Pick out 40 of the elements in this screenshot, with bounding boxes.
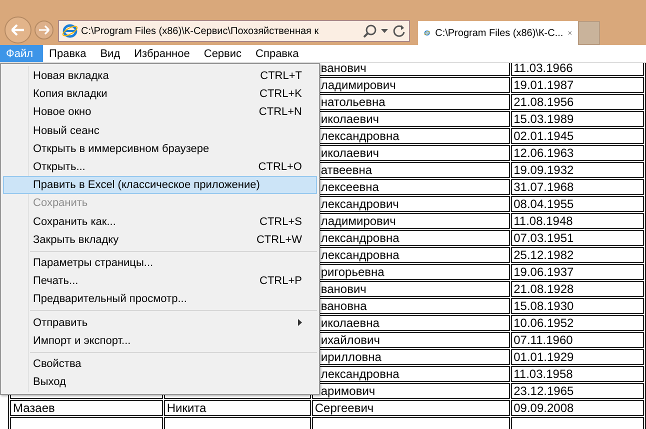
- table-cell: 10.06.1952: [510, 315, 644, 331]
- menu-bar-item[interactable]: Вид: [94, 45, 128, 62]
- menu-bar-item[interactable]: Правка: [43, 45, 94, 62]
- address-field[interactable]: C:\Program Files (x86)\К-Сервис\Похозяйственная к: [58, 20, 410, 42]
- table-cell: 11.03.1958: [510, 366, 644, 382]
- table-cell: 09.09.2008: [510, 400, 644, 416]
- table-cell: 25.12.1982: [510, 247, 644, 263]
- table-cell: 07.11.1960: [510, 332, 644, 348]
- submenu-arrow-icon: [298, 319, 302, 326]
- menu-bar-item[interactable]: Справка: [250, 45, 307, 62]
- table-cell: 02.01.1945: [510, 128, 644, 144]
- table-cell: 01.01.1929: [510, 349, 644, 365]
- caret-icon[interactable]: [380, 27, 389, 35]
- table-cell: 19.09.1932: [510, 162, 644, 178]
- back-button[interactable]: [4, 16, 32, 44]
- table-cell: 11.08.1948: [510, 213, 644, 229]
- page-icon: [62, 23, 78, 39]
- menu-item[interactable]: Править в Excel (классическое приложение): [3, 176, 317, 194]
- table-cell: 15.08.1930: [510, 298, 644, 314]
- browser-tab[interactable]: C:\Program Files (x86)\К-С...: [418, 21, 578, 45]
- table-cell: 31.07.1968: [510, 179, 644, 195]
- search-icon[interactable]: [363, 24, 377, 38]
- table-cell: 15.03.1989: [510, 111, 644, 127]
- table-cell: Никита: [164, 400, 311, 416]
- table-cell: 11.03.1966: [510, 63, 644, 76]
- table-cell: аримович: [312, 383, 510, 399]
- table-cell: Сергеевич: [312, 400, 510, 416]
- table-cell: 19.01.1987: [510, 77, 644, 93]
- table-cell: Мазаев: [10, 400, 163, 416]
- forward-button[interactable]: [34, 20, 54, 40]
- menu-bar-item[interactable]: Избранное: [128, 45, 198, 62]
- table-cell: 07.03.1951: [510, 230, 644, 246]
- menu-bar-item[interactable]: Сервис: [198, 45, 250, 62]
- table-cell: 12.06.1963: [510, 145, 644, 161]
- refresh-icon[interactable]: [392, 24, 406, 38]
- table-cell: 21.08.1956: [510, 94, 644, 110]
- table-cell: 23.12.1965: [510, 383, 644, 399]
- table-cell: 08.04.1955: [510, 196, 644, 212]
- table-cell: 21.08.1928: [510, 281, 644, 297]
- table-cell: 19.06.1937: [510, 264, 644, 280]
